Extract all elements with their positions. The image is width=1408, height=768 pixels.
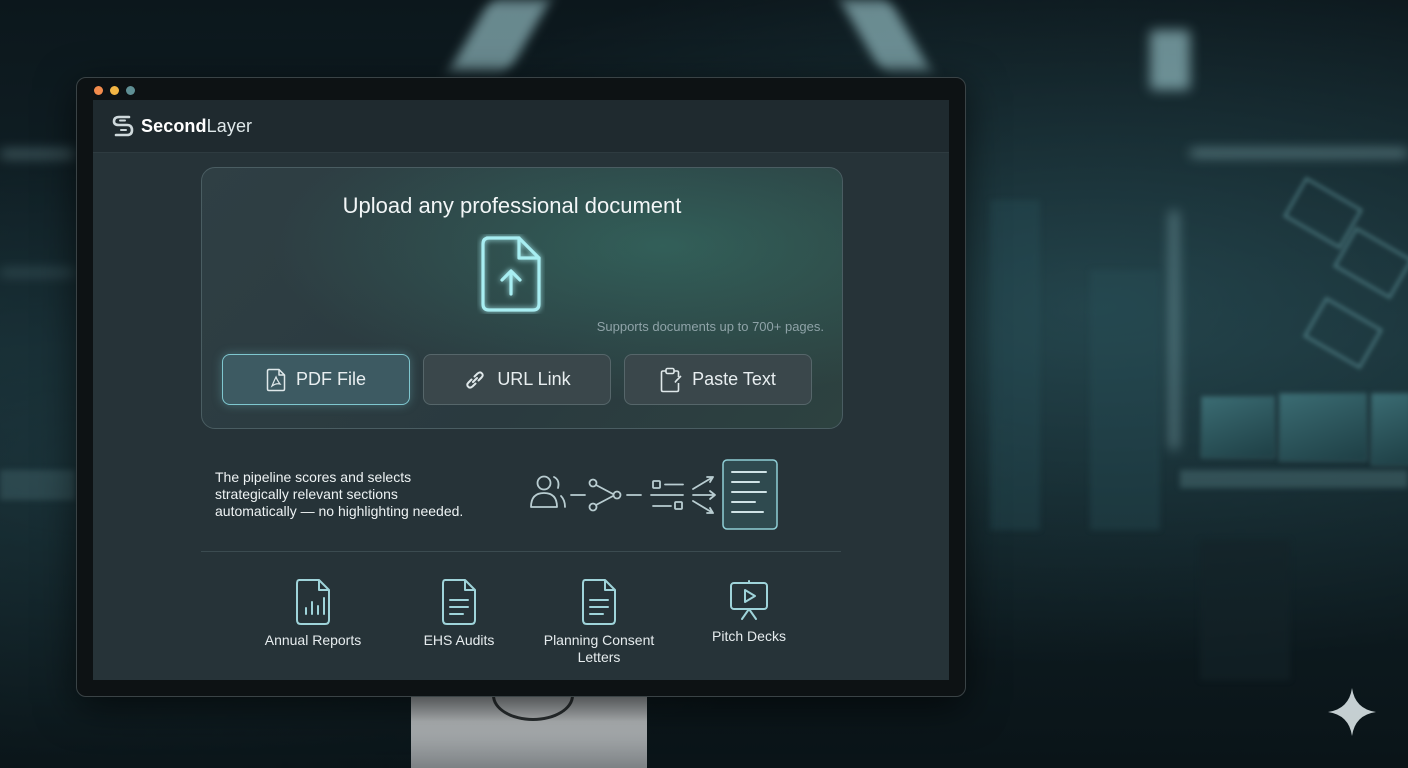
doc-type-label: Planning Consent Letters xyxy=(543,632,655,665)
document-icon xyxy=(582,579,616,625)
brand-name-light: Layer xyxy=(206,115,253,136)
url-link-button[interactable]: URL Link xyxy=(423,354,611,405)
brand-name-bold: Second xyxy=(141,115,207,136)
pipeline-line: The pipeline scores and selects xyxy=(215,469,412,485)
doc-type-label: Annual Reports xyxy=(264,632,362,648)
scan-filter-icon xyxy=(650,480,684,510)
upload-card[interactable]: Upload any professional document Support… xyxy=(201,167,843,429)
clipboard-icon xyxy=(660,367,682,392)
pipeline-diagram xyxy=(530,459,778,530)
users-icon xyxy=(530,475,566,508)
doc-type-label: Pitch Decks xyxy=(712,628,786,644)
pipeline-description: The pipeline scores and selects strategi… xyxy=(215,469,505,520)
doc-type-planning-consent-letters[interactable]: Planning Consent Letters xyxy=(524,578,674,666)
doc-type-annual-reports[interactable]: Annual Reports xyxy=(238,578,388,649)
app-header: SecondLayer xyxy=(93,100,949,153)
pdf-file-label: PDF File xyxy=(295,369,366,389)
monitor: SecondLayer Upload any professional docu… xyxy=(76,77,966,697)
window-controls xyxy=(94,86,135,95)
branch-icon xyxy=(588,478,622,512)
document-icon xyxy=(442,579,476,625)
paste-text-button[interactable]: Paste Text xyxy=(624,354,812,405)
sparkle-icon xyxy=(1328,688,1376,736)
paste-text-label: Paste Text xyxy=(692,369,776,389)
pipeline-line: automatically — no highlighting needed. xyxy=(215,503,464,519)
link-icon xyxy=(466,370,485,389)
window-minimize-dot[interactable] xyxy=(110,86,119,95)
window-zoom-dot[interactable] xyxy=(126,86,135,95)
app-screen: SecondLayer Upload any professional docu… xyxy=(93,100,949,680)
upload-title: Upload any professional document xyxy=(342,193,682,218)
pdf-icon xyxy=(266,368,286,391)
url-link-label: URL Link xyxy=(497,369,571,389)
brand-logo[interactable]: SecondLayer xyxy=(111,113,252,139)
bar-chart-doc-icon xyxy=(296,579,330,625)
output-document-icon xyxy=(722,459,778,530)
support-text: Supports documents up to 700+ pages. xyxy=(596,319,824,334)
window-close-dot[interactable] xyxy=(94,86,103,95)
doc-type-ehs-audits[interactable]: EHS Audits xyxy=(384,578,534,649)
brand-name: SecondLayer xyxy=(141,116,252,137)
file-upload-icon[interactable] xyxy=(477,234,545,314)
pdf-file-button[interactable]: PDF File xyxy=(222,354,410,405)
doc-type-label: EHS Audits xyxy=(423,632,495,648)
secondlayer-logo-icon xyxy=(112,115,134,137)
doc-type-pitch-decks[interactable]: Pitch Decks xyxy=(674,578,824,645)
presentation-icon xyxy=(730,580,768,620)
section-divider xyxy=(201,551,841,552)
arrows-icon xyxy=(692,476,716,514)
pipeline-line: strategically relevant sections xyxy=(215,486,398,502)
